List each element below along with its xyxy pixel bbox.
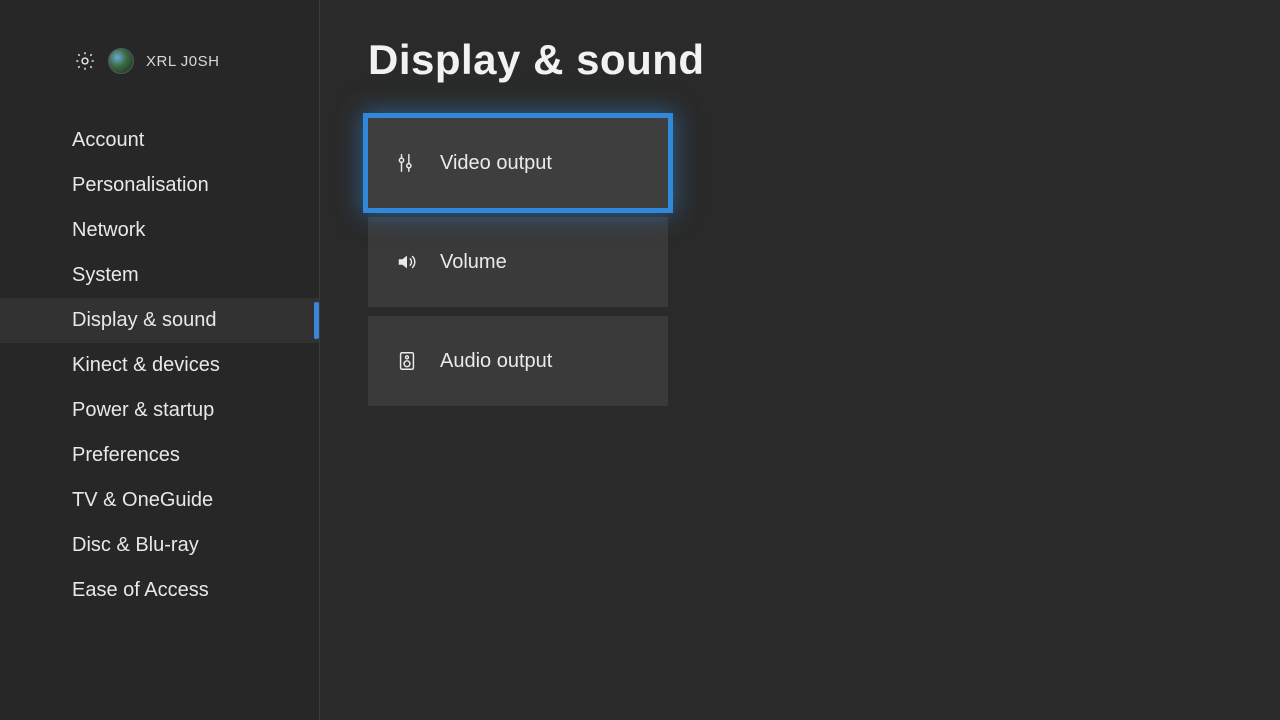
sidebar-item-label: Preferences	[72, 444, 180, 467]
sidebar-item-disc-bluray[interactable]: Disc & Blu-ray	[0, 523, 319, 568]
sidebar-item-label: Personalisation	[72, 174, 209, 197]
avatar	[108, 48, 134, 74]
sidebar-item-kinect-devices[interactable]: Kinect & devices	[0, 343, 319, 388]
sidebar-item-display-sound[interactable]: Display & sound	[0, 298, 319, 343]
sidebar: XRL J0SH Account Personalisation Network…	[0, 0, 320, 720]
main-panel: Display & sound Video output	[320, 0, 1280, 720]
sidebar-item-label: Ease of Access	[72, 579, 209, 602]
tile-label: Volume	[440, 251, 507, 274]
sidebar-item-label: Display & sound	[72, 309, 217, 332]
tile-list: Video output Volume	[368, 118, 668, 406]
sidebar-item-network[interactable]: Network	[0, 208, 319, 253]
sidebar-item-tv-oneguide[interactable]: TV & OneGuide	[0, 478, 319, 523]
sidebar-item-system[interactable]: System	[0, 253, 319, 298]
sidebar-item-account[interactable]: Account	[0, 118, 319, 163]
gear-icon	[74, 50, 96, 72]
sidebar-item-ease-of-access[interactable]: Ease of Access	[0, 568, 319, 613]
sidebar-item-power-startup[interactable]: Power & startup	[0, 388, 319, 433]
sidebar-item-label: Kinect & devices	[72, 354, 220, 377]
video-settings-icon	[396, 152, 418, 174]
page-title: Display & sound	[368, 36, 1280, 84]
tile-volume[interactable]: Volume	[368, 217, 668, 307]
tile-video-output[interactable]: Video output	[368, 118, 668, 208]
sidebar-item-personalisation[interactable]: Personalisation	[0, 163, 319, 208]
tile-audio-output[interactable]: Audio output	[368, 316, 668, 406]
tile-label: Audio output	[440, 350, 552, 373]
settings-app: XRL J0SH Account Personalisation Network…	[0, 0, 1280, 720]
sidebar-item-label: Account	[72, 129, 144, 152]
sidebar-item-label: TV & OneGuide	[72, 489, 213, 512]
sidebar-item-preferences[interactable]: Preferences	[0, 433, 319, 478]
username: XRL J0SH	[146, 53, 219, 70]
sidebar-header: XRL J0SH	[0, 48, 319, 74]
audio-output-icon	[396, 350, 418, 372]
sidebar-item-label: Network	[72, 219, 145, 242]
tile-label: Video output	[440, 152, 552, 175]
sidebar-nav: Account Personalisation Network System D…	[0, 118, 319, 613]
speaker-icon	[396, 251, 418, 273]
sidebar-item-label: Disc & Blu-ray	[72, 534, 199, 557]
sidebar-item-label: System	[72, 264, 139, 287]
sidebar-item-label: Power & startup	[72, 399, 214, 422]
